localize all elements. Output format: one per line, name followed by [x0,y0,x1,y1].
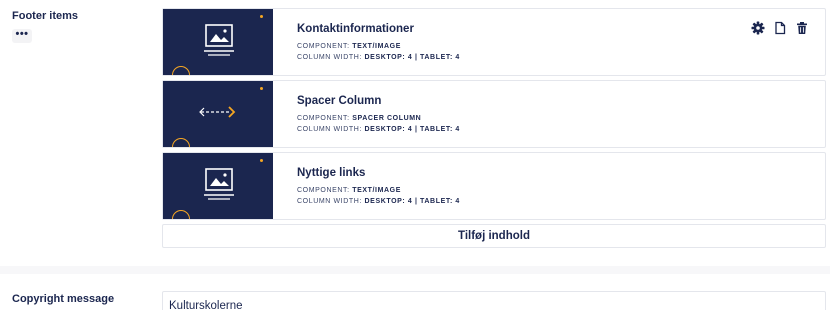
accent-dot [260,87,263,90]
accent-dot [260,15,263,18]
block-component: COMPONENT: TEXT/IMAGE [297,43,401,50]
block-column-width: COLUMN WIDTH: DESKTOP: 4 | TABLET: 4 [297,198,460,205]
block-title: Kontaktinformationer [297,23,414,35]
block-column-width: COLUMN WIDTH: DESKTOP: 4 | TABLET: 4 [297,126,460,133]
block-title: Nyttige links [297,167,366,179]
footer-items-label: Footer items [12,10,79,22]
gear-icon[interactable] [751,21,765,35]
block-title: Spacer Column [297,95,382,107]
add-content-button[interactable]: Tilføj indhold [162,224,826,248]
section-divider [0,266,830,274]
block-item[interactable]: Kontaktinformationer COMPONENT: TEXT/IMA… [162,8,826,76]
block-component: COMPONENT: TEXT/IMAGE [297,187,401,194]
block-item[interactable]: Spacer Column COMPONENT: SPACER COLUMN C… [162,80,826,148]
accent-dot [260,159,263,162]
block-component: COMPONENT: SPACER COLUMN [297,115,422,122]
block-item[interactable]: Nyttige links COMPONENT: TEXT/IMAGE COLU… [162,152,826,220]
more-options-button[interactable]: ••• [12,29,32,43]
block-thumbnail [163,9,273,75]
footer-blocks-list: Kontaktinformationer COMPONENT: TEXT/IMA… [162,8,826,248]
copy-icon[interactable] [773,21,787,35]
copyright-label: Copyright message [12,293,115,305]
block-actions [751,21,809,35]
block-thumbnail [163,153,273,219]
copyright-input[interactable] [162,291,826,310]
block-thumbnail [163,81,273,147]
trash-icon[interactable] [795,21,809,35]
block-column-width: COLUMN WIDTH: DESKTOP: 4 | TABLET: 4 [297,54,460,61]
